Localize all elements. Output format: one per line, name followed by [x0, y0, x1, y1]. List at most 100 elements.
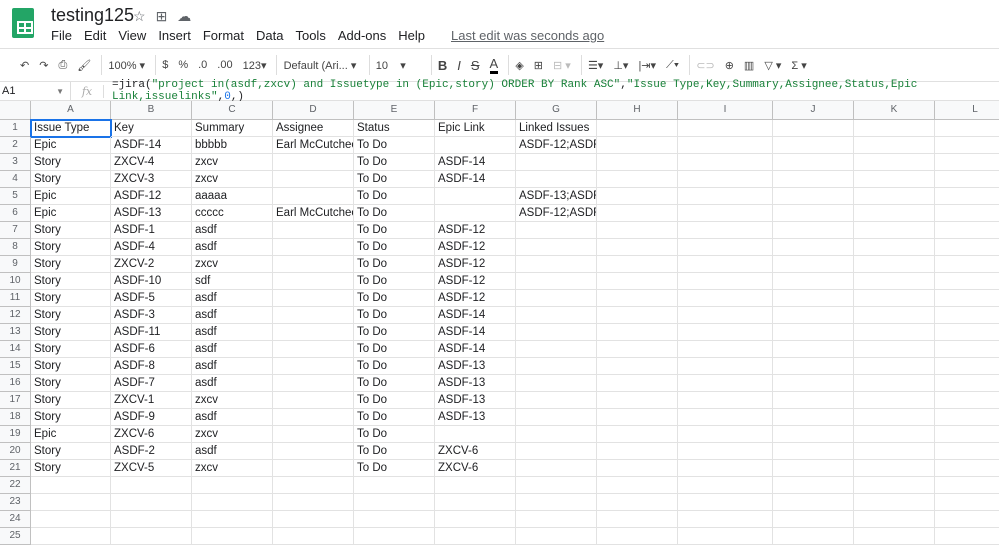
cell-E7[interactable]: To Do: [354, 222, 435, 239]
cell-H1[interactable]: [597, 120, 678, 137]
cell-F4[interactable]: ASDF-14: [435, 171, 516, 188]
column-header-K[interactable]: K: [854, 101, 935, 120]
cell-I9[interactable]: [678, 256, 773, 273]
row-header[interactable]: 23: [0, 494, 31, 511]
star-icon[interactable]: ☆: [133, 8, 146, 25]
bold-button[interactable]: B: [438, 58, 447, 73]
cell-I20[interactable]: [678, 443, 773, 460]
cell-J23[interactable]: [773, 494, 854, 511]
cell-G11[interactable]: [516, 290, 597, 307]
cell-J19[interactable]: [773, 426, 854, 443]
cell-C13[interactable]: asdf: [192, 324, 273, 341]
cell-K24[interactable]: [854, 511, 935, 528]
cell-A9[interactable]: Story: [31, 256, 111, 273]
cell-B14[interactable]: ASDF-6: [111, 341, 192, 358]
cell-J4[interactable]: [773, 171, 854, 188]
cell-B10[interactable]: ASDF-10: [111, 273, 192, 290]
cell-K5[interactable]: [854, 188, 935, 205]
cell-E23[interactable]: [354, 494, 435, 511]
cell-K23[interactable]: [854, 494, 935, 511]
cell-K12[interactable]: [854, 307, 935, 324]
cell-J15[interactable]: [773, 358, 854, 375]
cell-L17[interactable]: [935, 392, 999, 409]
cell-L23[interactable]: [935, 494, 999, 511]
text-color-button[interactable]: A: [489, 56, 499, 74]
row-header[interactable]: 21: [0, 460, 31, 477]
cell-D6[interactable]: Earl McCutcheon: [273, 205, 354, 222]
cell-A11[interactable]: Story: [31, 290, 111, 307]
cell-B4[interactable]: ZXCV-3: [111, 171, 192, 188]
font-size-select[interactable]: 10 ▾: [376, 59, 421, 72]
cell-A18[interactable]: Story: [31, 409, 111, 426]
row-header[interactable]: 20: [0, 443, 31, 460]
cell-D7[interactable]: [273, 222, 354, 239]
row-header[interactable]: 7: [0, 222, 31, 239]
cell-A19[interactable]: Epic: [31, 426, 111, 443]
cell-K8[interactable]: [854, 239, 935, 256]
borders-icon[interactable]: ⊞: [534, 59, 543, 72]
cell-C1[interactable]: Summary: [192, 120, 273, 137]
row-header[interactable]: 2: [0, 137, 31, 154]
cell-K19[interactable]: [854, 426, 935, 443]
cell-H10[interactable]: [597, 273, 678, 290]
cell-F16[interactable]: ASDF-13: [435, 375, 516, 392]
cell-E24[interactable]: [354, 511, 435, 528]
cell-A15[interactable]: Story: [31, 358, 111, 375]
cell-C7[interactable]: asdf: [192, 222, 273, 239]
row-header[interactable]: 6: [0, 205, 31, 222]
cell-A4[interactable]: Story: [31, 171, 111, 188]
cell-B15[interactable]: ASDF-8: [111, 358, 192, 375]
cell-G5[interactable]: ASDF-13;ASDF-14: [516, 188, 597, 205]
cell-B11[interactable]: ASDF-5: [111, 290, 192, 307]
cell-L11[interactable]: [935, 290, 999, 307]
column-header-L[interactable]: L: [935, 101, 999, 120]
cell-E5[interactable]: To Do: [354, 188, 435, 205]
cell-A21[interactable]: Story: [31, 460, 111, 477]
cell-C2[interactable]: bbbbb: [192, 137, 273, 154]
menu-tools[interactable]: Tools: [295, 28, 325, 43]
cell-C15[interactable]: asdf: [192, 358, 273, 375]
formula-input[interactable]: =jira("project in(asdf,zxcv) and Issuety…: [104, 79, 999, 103]
cell-A20[interactable]: Story: [31, 443, 111, 460]
cell-F19[interactable]: [435, 426, 516, 443]
cell-J2[interactable]: [773, 137, 854, 154]
cell-H8[interactable]: [597, 239, 678, 256]
cell-G3[interactable]: [516, 154, 597, 171]
cell-D18[interactable]: [273, 409, 354, 426]
cell-K22[interactable]: [854, 477, 935, 494]
cell-G15[interactable]: [516, 358, 597, 375]
cell-G18[interactable]: [516, 409, 597, 426]
cell-J21[interactable]: [773, 460, 854, 477]
cell-H18[interactable]: [597, 409, 678, 426]
row-header[interactable]: 15: [0, 358, 31, 375]
name-box[interactable]: A1 ▼: [0, 82, 72, 100]
cell-D23[interactable]: [273, 494, 354, 511]
cell-G19[interactable]: [516, 426, 597, 443]
cell-E25[interactable]: [354, 528, 435, 545]
cell-E4[interactable]: To Do: [354, 171, 435, 188]
cell-E11[interactable]: To Do: [354, 290, 435, 307]
row-header[interactable]: 3: [0, 154, 31, 171]
cell-D4[interactable]: [273, 171, 354, 188]
cell-E22[interactable]: [354, 477, 435, 494]
font-select[interactable]: Default (Ari... ▾: [284, 59, 359, 72]
row-header[interactable]: 10: [0, 273, 31, 290]
row-header[interactable]: 8: [0, 239, 31, 256]
row-header[interactable]: 18: [0, 409, 31, 426]
cell-F25[interactable]: [435, 528, 516, 545]
document-title[interactable]: testing125: [51, 5, 134, 26]
menu-edit[interactable]: Edit: [84, 28, 106, 43]
cell-L24[interactable]: [935, 511, 999, 528]
column-header-A[interactable]: A: [31, 101, 111, 120]
cell-I21[interactable]: [678, 460, 773, 477]
cell-C16[interactable]: asdf: [192, 375, 273, 392]
cell-J12[interactable]: [773, 307, 854, 324]
cell-I17[interactable]: [678, 392, 773, 409]
cell-H12[interactable]: [597, 307, 678, 324]
cell-I11[interactable]: [678, 290, 773, 307]
cell-C25[interactable]: [192, 528, 273, 545]
cell-K14[interactable]: [854, 341, 935, 358]
cell-L12[interactable]: [935, 307, 999, 324]
menu-insert[interactable]: Insert: [158, 28, 191, 43]
cell-I14[interactable]: [678, 341, 773, 358]
